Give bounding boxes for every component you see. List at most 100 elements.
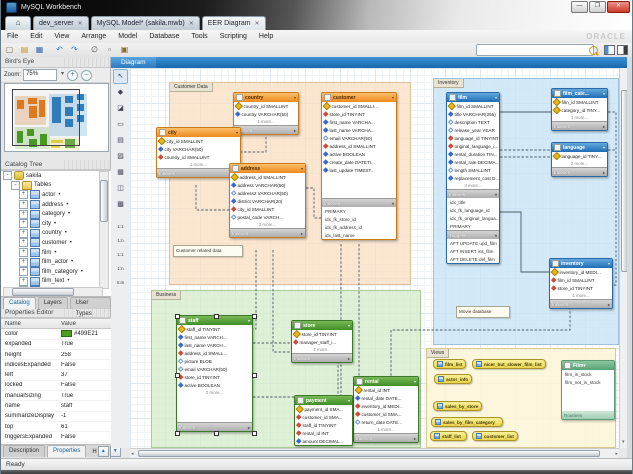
collapse-arrow-icon[interactable]: ▾ <box>603 91 605 96</box>
catalog-tree-vertical-scrollbar[interactable] <box>99 171 109 289</box>
selection-handle[interactable] <box>252 373 257 378</box>
collapse-arrow-icon[interactable]: ▾ <box>348 323 350 328</box>
birdseye-minimap[interactable] <box>4 83 109 152</box>
layer-tool[interactable]: ▭ <box>113 117 128 132</box>
section-indexes[interactable]: Indexes▸ <box>354 433 418 442</box>
view-customer_list[interactable]: customer_list <box>472 431 518 441</box>
section-indexes[interactable]: Indexes▸ <box>552 121 607 130</box>
routine-group-film[interactable]: Film▾film_in_stockfilm_not_in_stockRouti… <box>561 360 615 420</box>
view-tool[interactable]: ◫ <box>113 181 128 196</box>
rel-1-n-non-identifying-tool[interactable]: 1:n <box>114 234 127 247</box>
menu-database[interactable]: Database <box>143 33 185 40</box>
titlebar[interactable]: MySQL Workbench — ❐ ✕ <box>1 0 633 15</box>
table-header[interactable]: film▾ <box>447 93 499 102</box>
zoom-in-icon[interactable]: + <box>67 70 78 81</box>
tab-properties[interactable]: Properties <box>47 445 86 457</box>
table-header[interactable]: inventory▾ <box>550 259 612 268</box>
view-film_list[interactable]: film_list <box>433 359 466 369</box>
section-indexes[interactable]: Indexes▸ <box>177 422 252 431</box>
tab-description[interactable]: Description <box>3 445 45 457</box>
tab-close-icon[interactable]: ✕ <box>78 20 83 27</box>
redo-icon[interactable]: ↷ <box>68 44 81 56</box>
collapse-arrow-icon[interactable]: ▾ <box>414 379 416 384</box>
section-arrow-icon[interactable]: ▾ <box>495 233 497 238</box>
menu-model[interactable]: Model <box>112 33 143 40</box>
rel-1-1-identifying-tool[interactable]: 1:1 <box>114 248 127 261</box>
minimap-viewport[interactable] <box>12 89 80 146</box>
tree-item-Tables[interactable]: -Tables <box>1 181 111 191</box>
table-header[interactable]: rental▾ <box>354 377 418 386</box>
property-row-top[interactable]: top61 <box>1 422 111 432</box>
tree-item-film[interactable]: +film• <box>1 248 111 258</box>
note-tool[interactable]: ▤ <box>113 133 128 148</box>
selection-handle[interactable] <box>175 314 180 319</box>
selection-handle[interactable] <box>175 431 180 436</box>
magnet-icon[interactable]: ∅ <box>88 44 101 56</box>
document-tab-eer[interactable]: EER Diagram✕ <box>202 16 266 30</box>
menu-tools[interactable]: Tools <box>185 33 213 40</box>
tree-item-city[interactable]: +city• <box>1 219 111 229</box>
history-up-button[interactable]: ▲ <box>98 446 109 457</box>
home-tab[interactable]: ⌂ <box>5 16 31 30</box>
section-arrow-icon[interactable]: ▾ <box>392 201 394 206</box>
zoom-select[interactable]: 75% <box>23 69 57 81</box>
property-row-summarizeDisplay[interactable]: summarizeDisplay-1 <box>1 412 111 422</box>
scroll-down-arrow-icon[interactable]: ▾ <box>622 438 625 446</box>
section-indexes[interactable]: Indexes▸ <box>550 299 612 308</box>
maximize-button[interactable]: ❐ <box>589 1 606 13</box>
hand-tool[interactable]: ◆ <box>113 85 128 100</box>
save-model-icon[interactable]: ▦ <box>33 44 46 56</box>
expand-icon[interactable]: + <box>19 219 28 228</box>
tab-close-icon[interactable]: ✕ <box>189 20 194 27</box>
collapse-icon[interactable]: - <box>3 171 12 180</box>
tree-item-film_category[interactable]: +film_category• <box>1 267 111 277</box>
table-language[interactable]: language▾language_id TINY...2 more...Ind… <box>551 142 608 177</box>
table-film_cate[interactable]: film_cate...▾film_id SMALLINTcategory_id… <box>551 88 608 131</box>
table-header[interactable]: country▾ <box>234 93 298 102</box>
selection-handle[interactable] <box>175 373 180 378</box>
diagram-tab[interactable]: Diagram <box>111 57 156 68</box>
section-indexes[interactable]: Indexes▾ <box>322 198 396 207</box>
table-customer[interactable]: customer▾customer_id SMALLI...store_id T… <box>321 92 397 240</box>
scroll-right-arrow-icon[interactable]: ▸ <box>615 450 618 458</box>
menu-file[interactable]: File <box>1 33 24 40</box>
toggle-sidebar-icon[interactable] <box>604 45 615 55</box>
tree-item-address[interactable]: +address• <box>1 200 111 210</box>
table-film[interactable]: film▾film_id SMALLINTtitle VARCHAR(255)d… <box>446 92 500 264</box>
scroll-left-arrow-icon[interactable]: ◂ <box>131 450 134 458</box>
collapse-arrow-icon[interactable]: ▾ <box>495 95 497 100</box>
selection-handle[interactable] <box>214 314 219 319</box>
expand-icon[interactable]: + <box>19 248 28 257</box>
expand-icon[interactable]: + <box>19 200 28 209</box>
expand-icon[interactable]: + <box>19 267 28 276</box>
expand-icon[interactable]: + <box>19 190 28 199</box>
collapse-arrow-icon[interactable]: ▾ <box>294 95 296 100</box>
document-tab-dev_server[interactable]: dev_server✕ <box>33 16 89 30</box>
table-header[interactable]: language▾ <box>552 143 607 152</box>
section-indexes[interactable]: Indexes▸ <box>230 228 305 237</box>
rel-n-m-identifying-tool[interactable]: n:m <box>114 276 127 289</box>
property-row-locked[interactable]: lockedFalse <box>1 381 111 391</box>
selection-tool[interactable]: ↖ <box>113 69 128 84</box>
tree-item-actor[interactable]: +actor• <box>1 190 111 200</box>
zoom-out-icon[interactable]: – <box>81 70 92 81</box>
image-tool[interactable]: ▨ <box>113 149 128 164</box>
table-header[interactable]: payment▾ <box>295 396 352 405</box>
collapse-icon[interactable]: - <box>11 181 20 190</box>
toggle-secondary-sidebar-icon[interactable] <box>617 45 628 55</box>
tree-item-sakila[interactable]: -sakila <box>1 171 111 181</box>
section-indexes[interactable]: Indexes▸ <box>552 167 607 176</box>
tree-item-country[interactable]: +country• <box>1 229 111 239</box>
section-arrow-icon[interactable]: ▸ <box>603 170 605 175</box>
rel-1-n-identifying-tool[interactable]: 1:n <box>114 262 127 275</box>
menu-arrange[interactable]: Arrange <box>75 33 112 40</box>
table-tool[interactable]: ▦ <box>113 165 128 180</box>
tab-close-icon[interactable]: ✕ <box>255 20 260 27</box>
property-row-expanded[interactable]: expandedTrue <box>1 340 111 350</box>
routine-group-tool[interactable]: ▩ <box>113 197 128 212</box>
open-model-icon[interactable]: ▤ <box>18 44 31 56</box>
section-indexes[interactable]: Indexes▾ <box>447 189 499 198</box>
table-header[interactable]: address▾ <box>230 164 305 173</box>
diagram-canvas[interactable]: Customer DataInventoryBusinessViewsCusto… <box>130 68 619 448</box>
selection-handle[interactable] <box>252 314 257 319</box>
